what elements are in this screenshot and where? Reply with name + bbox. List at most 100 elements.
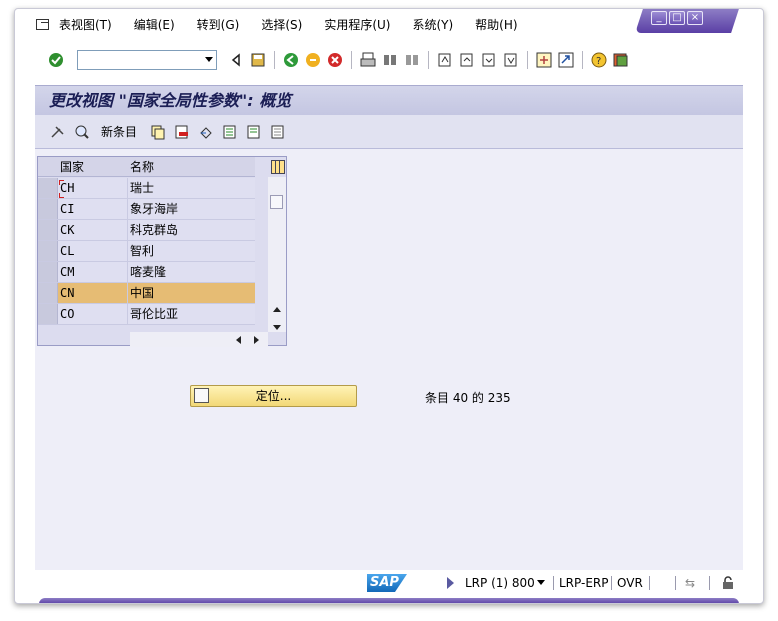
connection-icon: ⇆ xyxy=(685,576,696,590)
menu-item-utilities[interactable]: 实用程序(U) xyxy=(324,16,390,33)
position-button[interactable]: 定位... xyxy=(190,385,357,407)
table-header: 国家 名称 xyxy=(38,157,255,177)
status-bar: SAP LRP (1) 800 LRP-ERP OVR ⇆ xyxy=(15,570,763,596)
next-page-icon[interactable] xyxy=(480,51,498,69)
undo-change-icon[interactable] xyxy=(197,123,215,141)
row-selector[interactable] xyxy=(38,241,58,261)
application-toolbar: 新条目 xyxy=(35,115,743,149)
country-code-cell[interactable]: CO xyxy=(60,304,128,324)
save-icon[interactable] xyxy=(249,51,267,69)
deselect-all-icon[interactable] xyxy=(269,123,287,141)
country-table: 国家 名称 CH 瑞士 CI 象牙海岸 CK 科克群岛 CL 智利 CM 喀麦隆… xyxy=(37,156,287,347)
row-selector[interactable] xyxy=(38,283,58,303)
table-row[interactable]: CI 象牙海岸 xyxy=(38,199,255,220)
new-session-icon[interactable] xyxy=(535,51,553,69)
row-selector[interactable] xyxy=(38,220,58,240)
country-code-cell[interactable]: CK xyxy=(60,220,128,240)
screen-title: 更改视图 "国家全局性参数": 概览 xyxy=(35,85,743,115)
help-icon[interactable]: ? xyxy=(590,51,608,69)
main-content: 国家 名称 CH 瑞士 CI 象牙海岸 CK 科克群岛 CL 智利 CM 喀麦隆… xyxy=(35,149,743,570)
row-selector[interactable] xyxy=(38,304,58,324)
scroll-left-icon[interactable] xyxy=(236,336,241,344)
first-page-icon[interactable] xyxy=(436,51,454,69)
svg-text:?: ? xyxy=(596,56,601,67)
system-name: LRP-ERP xyxy=(559,576,609,590)
table-row[interactable]: CK 科克群岛 xyxy=(38,220,255,241)
table-settings-icon[interactable] xyxy=(271,160,285,174)
country-code-cell[interactable]: CI xyxy=(60,199,128,219)
status-separator xyxy=(649,576,650,590)
find-next-icon[interactable] xyxy=(403,51,421,69)
display-change-icon[interactable] xyxy=(49,123,67,141)
country-name-cell[interactable]: 哥伦比亚 xyxy=(130,304,254,324)
scroll-right-icon[interactable] xyxy=(254,336,259,344)
country-name-cell[interactable]: 中国 xyxy=(130,283,254,303)
status-separator xyxy=(675,576,676,590)
scroll-up-icon[interactable] xyxy=(273,307,281,312)
country-code-cell[interactable]: CL xyxy=(60,241,128,261)
table-row[interactable]: CL 智利 xyxy=(38,241,255,262)
toolbar-separator xyxy=(351,51,352,69)
sap-window: _ □ × 表视图(T) 编辑(E) 转到(G) 选择(S) 实用程序(U) 系… xyxy=(14,8,764,604)
session-info: LRP (1) 800 xyxy=(465,576,535,590)
country-name-cell[interactable]: 象牙海岸 xyxy=(130,199,254,219)
cell-focus-marker xyxy=(58,179,130,199)
standard-toolbar: ? xyxy=(15,45,763,75)
column-header-name[interactable]: 名称 xyxy=(130,157,154,177)
row-selector[interactable] xyxy=(38,178,58,198)
table-row[interactable]: CO 哥伦比亚 xyxy=(38,304,255,325)
cancel-icon[interactable] xyxy=(326,51,344,69)
horizontal-scrollbar[interactable] xyxy=(130,332,268,347)
toolbar-separator xyxy=(428,51,429,69)
menu-item-selection[interactable]: 选择(S) xyxy=(261,16,302,33)
command-field[interactable] xyxy=(77,50,217,70)
country-name-cell[interactable]: 科克群岛 xyxy=(130,220,254,240)
table-row[interactable]: CH 瑞士 xyxy=(38,178,255,199)
menu-bar: 表视图(T) 编辑(E) 转到(G) 选择(S) 实用程序(U) 系统(Y) 帮… xyxy=(15,9,763,39)
status-separator xyxy=(553,576,554,590)
table-row[interactable]: CM 喀麦隆 xyxy=(38,262,255,283)
scroll-down-icon[interactable] xyxy=(273,325,281,330)
window-bottom-bar xyxy=(39,598,739,603)
country-name-cell[interactable]: 瑞士 xyxy=(130,178,254,198)
back-triangle-icon[interactable] xyxy=(227,51,245,69)
session-dropdown-icon[interactable] xyxy=(537,580,545,585)
menu-item-edit[interactable]: 编辑(E) xyxy=(134,16,175,33)
country-name-cell[interactable]: 喀麦隆 xyxy=(130,262,254,282)
find-icon[interactable] xyxy=(381,51,399,69)
country-code-cell[interactable]: CM xyxy=(60,262,128,282)
delete-icon[interactable] xyxy=(173,123,191,141)
menu-item-system[interactable]: 系统(Y) xyxy=(412,16,453,33)
new-entries-button[interactable]: 新条目 xyxy=(101,123,137,140)
exit-icon[interactable] xyxy=(304,51,322,69)
print-icon[interactable] xyxy=(359,51,377,69)
column-header-country[interactable]: 国家 xyxy=(60,157,84,177)
previous-page-icon[interactable] xyxy=(458,51,476,69)
enter-icon[interactable] xyxy=(47,51,65,69)
row-selector[interactable] xyxy=(38,262,58,282)
row-selector[interactable] xyxy=(38,199,58,219)
table-row-selected[interactable]: CN 中国 xyxy=(38,283,255,304)
toolbar-separator xyxy=(527,51,528,69)
menu-item-help[interactable]: 帮助(H) xyxy=(475,16,517,33)
chevron-down-icon[interactable] xyxy=(205,57,213,62)
vertical-scrollbar[interactable] xyxy=(268,177,286,332)
menu-system-icon[interactable] xyxy=(35,17,51,31)
shortcut-icon[interactable] xyxy=(557,51,575,69)
country-name-cell[interactable]: 智利 xyxy=(130,241,254,261)
menu-item-goto[interactable]: 转到(G) xyxy=(197,16,240,33)
select-block-icon[interactable] xyxy=(245,123,263,141)
last-page-icon[interactable] xyxy=(502,51,520,69)
display-icon[interactable] xyxy=(73,123,91,141)
select-all-icon[interactable] xyxy=(221,123,239,141)
back-icon[interactable] xyxy=(282,51,300,69)
menu-item-table-view[interactable]: 表视图(T) xyxy=(59,16,112,33)
lock-icon[interactable] xyxy=(721,576,735,593)
status-expand-icon[interactable] xyxy=(447,577,454,589)
layout-menu-icon[interactable] xyxy=(612,51,630,69)
toolbar-separator xyxy=(582,51,583,69)
country-code-cell[interactable]: CN xyxy=(60,283,128,303)
copy-icon[interactable] xyxy=(149,123,167,141)
sap-logo: SAP xyxy=(367,574,407,592)
scrollbar-thumb[interactable] xyxy=(270,195,283,209)
